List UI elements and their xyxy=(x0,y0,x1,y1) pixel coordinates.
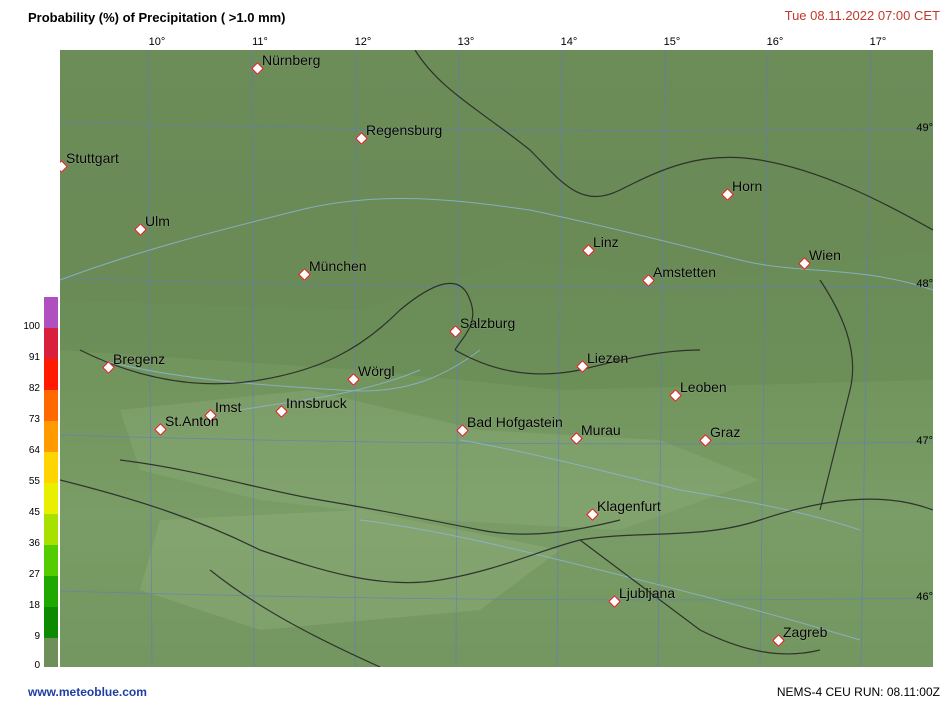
city-name: Graz xyxy=(710,424,741,440)
map-title: Probability (%) of Precipitation ( >1.0 … xyxy=(28,10,286,25)
lon-label: 13° xyxy=(457,36,475,48)
lon-label: 12° xyxy=(354,36,372,48)
city-name: Bad Hofgastein xyxy=(467,414,563,430)
legend-label: 91 xyxy=(28,352,40,363)
lat-label: 48° xyxy=(916,278,933,290)
legend-swatch xyxy=(44,297,58,328)
legend-swatch xyxy=(44,421,58,452)
city-name: Wörgl xyxy=(358,363,395,379)
city-name: München xyxy=(309,258,367,274)
precipitation-legend xyxy=(44,297,58,667)
lon-label: 16° xyxy=(766,36,784,48)
city-name: Wien xyxy=(809,247,841,263)
city-name: Regensburg xyxy=(366,122,443,138)
city-name: Amstetten xyxy=(653,264,717,280)
legend-label: 55 xyxy=(28,476,40,487)
legend-swatch xyxy=(44,576,58,607)
legend-swatch xyxy=(44,483,58,514)
city-name: Salzburg xyxy=(460,315,516,331)
city-name: Innsbruck xyxy=(286,395,347,411)
lat-label: 47° xyxy=(916,435,933,447)
city-name: Klagenfurt xyxy=(597,498,661,514)
city-name: Zagreb xyxy=(783,624,828,640)
meteoblue-link[interactable]: www.meteoblue.com xyxy=(28,685,147,699)
city-name: Murau xyxy=(581,422,621,438)
city-name: Horn xyxy=(732,178,763,194)
lon-label: 14° xyxy=(560,36,578,48)
lat-label: 49° xyxy=(916,122,933,134)
city-name: Liezen xyxy=(587,350,629,366)
lon-label: 11° xyxy=(252,36,268,48)
legend-swatch xyxy=(44,390,58,421)
city-name: Linz xyxy=(593,234,619,250)
legend-label: 9 xyxy=(34,631,40,642)
lon-label: 15° xyxy=(663,36,681,48)
legend-label: 18 xyxy=(28,600,40,611)
lat-label: 46° xyxy=(916,591,933,603)
city-name: Ulm xyxy=(145,213,170,229)
legend-label: 73 xyxy=(28,414,40,425)
map-background xyxy=(60,50,933,667)
city-name: Bregenz xyxy=(113,351,166,367)
city-name: Ljubljana xyxy=(619,585,676,601)
legend-label: 45 xyxy=(28,507,40,518)
legend-swatch xyxy=(44,328,58,359)
model-run-info: NEMS-4 CEU RUN: 08.11:00Z xyxy=(776,685,940,699)
legend-label: 27 xyxy=(28,569,40,580)
legend-label: 82 xyxy=(28,383,40,394)
legend-swatch xyxy=(44,359,58,390)
legend-swatch xyxy=(44,545,58,576)
legend-swatch xyxy=(44,607,58,638)
legend-swatch xyxy=(44,452,58,483)
legend-label: 64 xyxy=(28,445,40,456)
city-name: St.Anton xyxy=(165,413,219,429)
legend-label: 100 xyxy=(23,321,40,332)
lon-label: 10° xyxy=(148,36,166,48)
forecast-datetime: Tue 08.11.2022 07:00 CET xyxy=(784,8,940,23)
legend-label: 36 xyxy=(28,538,40,549)
legend-swatch xyxy=(44,638,58,667)
lon-label: 17° xyxy=(869,36,887,48)
city-name: Leoben xyxy=(680,379,727,395)
legend-swatch xyxy=(44,514,58,545)
map-area[interactable]: 49° 48° 47° 46° Nürnberg Regensburg Stut… xyxy=(60,50,933,667)
legend-label: 0 xyxy=(34,660,40,671)
city-name: Nürnberg xyxy=(262,52,321,68)
longitude-labels: 10° 11° 12° 13° 14° 15° 16° 17° xyxy=(0,36,950,50)
city-name: Stuttgart xyxy=(66,150,119,166)
